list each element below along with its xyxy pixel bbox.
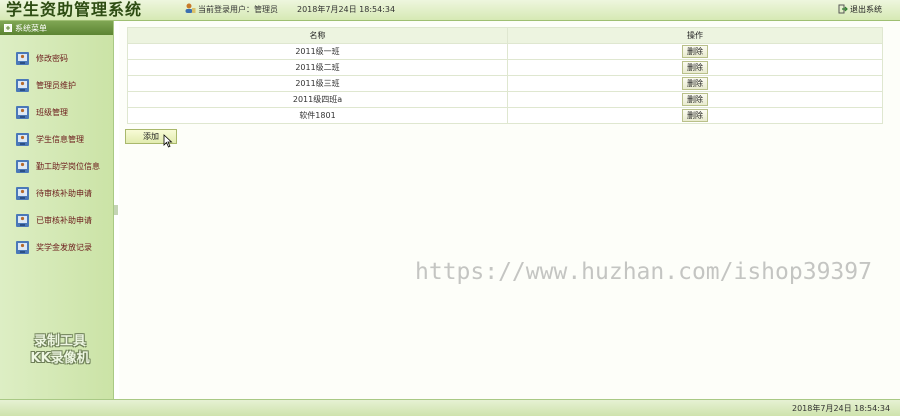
footer-datetime: 2018年7月24日 18:54:34: [792, 404, 891, 413]
recorder-watermark-line2: KK录像机: [30, 351, 90, 366]
table-row: 软件1801 删除: [127, 107, 883, 124]
monitor-user-icon: [16, 52, 29, 65]
sidebar-item-label: 已审核补助申请: [36, 216, 92, 225]
table-row: 2011级三班 删除: [127, 75, 883, 92]
app-title: 学生资助管理系统: [6, 0, 143, 19]
action-cell: 删除: [507, 75, 883, 92]
sidebar-header: 系统菜单: [0, 21, 113, 35]
sidebar-item-label: 待审核补助申请: [36, 189, 92, 198]
url-watermark: https://www.huzhan.com/ishop39397: [415, 259, 872, 285]
delete-button[interactable]: 删除: [682, 109, 708, 122]
recorder-watermark: 录制工具 KK录像机: [10, 333, 110, 367]
top-header: 学生资助管理系统 当前登录用户：管理员 2018年7月24日 18:54:34 …: [0, 0, 900, 21]
logout-label: 退出系统: [850, 4, 882, 14]
monitor-user-icon: [16, 79, 29, 92]
main-content: 名称 操作 2011级一班 删除 2011级二班 删除 2011级三班 删除 2…: [119, 21, 900, 399]
sidebar-menu: 修改密码 管理员维护 班级管理 学生信息管理 勤工助学岗位信息 待审核补助申请 …: [0, 45, 113, 261]
monitor-user-icon: [16, 187, 29, 200]
delete-button[interactable]: 删除: [682, 93, 708, 106]
sidebar-item-student-info[interactable]: 学生信息管理: [0, 126, 113, 153]
mouse-cursor-icon: [163, 134, 173, 148]
column-header-name: 名称: [127, 27, 508, 44]
sidebar-item-scholarship-records[interactable]: 奖学金发放记录: [0, 234, 113, 261]
table-row: 2011级二班 删除: [127, 59, 883, 76]
delete-button[interactable]: 删除: [682, 77, 708, 90]
sidebar-item-pending-applications[interactable]: 待审核补助申请: [0, 180, 113, 207]
table-row: 2011级一班 删除: [127, 43, 883, 60]
class-name-cell: 软件1801: [127, 107, 508, 124]
sidebar-item-work-study-positions[interactable]: 勤工助学岗位信息: [0, 153, 113, 180]
monitor-user-icon: [16, 241, 29, 254]
table-header-row: 名称 操作: [127, 27, 883, 44]
sidebar-item-admin-maintenance[interactable]: 管理员维护: [0, 72, 113, 99]
sidebar-item-reviewed-applications[interactable]: 已审核补助申请: [0, 207, 113, 234]
action-cell: 删除: [507, 91, 883, 108]
monitor-user-icon: [16, 133, 29, 146]
logout-icon: [838, 4, 848, 14]
class-name-cell: 2011级二班: [127, 59, 508, 76]
sidebar-item-change-password[interactable]: 修改密码: [0, 45, 113, 72]
collapse-grip-icon: [114, 205, 118, 215]
action-cell: 删除: [507, 107, 883, 124]
menu-header-icon: [4, 24, 12, 32]
class-table: 名称 操作 2011级一班 删除 2011级二班 删除 2011级三班 删除 2…: [127, 27, 883, 124]
status-bar: 2018年7月24日 18:54:34: [0, 399, 900, 416]
header-datetime: 2018年7月24日 18:54:34: [297, 5, 396, 14]
sidebar-header-label: 系统菜单: [15, 23, 47, 33]
sidebar-item-label: 班级管理: [36, 108, 68, 117]
class-name-cell: 2011级三班: [127, 75, 508, 92]
sidebar-item-label: 修改密码: [36, 54, 68, 63]
sidebar-item-class-management[interactable]: 班级管理: [0, 99, 113, 126]
action-cell: 删除: [507, 43, 883, 60]
column-header-action: 操作: [507, 27, 883, 44]
user-icon: [185, 3, 196, 13]
sidebar-item-label: 奖学金发放记录: [36, 243, 92, 252]
class-name-cell: 2011级四班a: [127, 91, 508, 108]
class-name-cell: 2011级一班: [127, 43, 508, 60]
sidebar-item-label: 管理员维护: [36, 81, 76, 90]
monitor-user-icon: [16, 160, 29, 173]
monitor-user-icon: [16, 106, 29, 119]
sidebar-item-label: 学生信息管理: [36, 135, 84, 144]
sidebar-item-label: 勤工助学岗位信息: [36, 162, 100, 171]
logout-button[interactable]: 退出系统: [838, 2, 882, 16]
sidebar: 系统菜单 修改密码 管理员维护 班级管理 学生信息管理 勤工助学岗位信息 待审核…: [0, 21, 114, 399]
recorder-watermark-line1: 录制工具: [33, 334, 86, 349]
monitor-user-icon: [16, 214, 29, 227]
table-row: 2011级四班a 删除: [127, 91, 883, 108]
delete-button[interactable]: 删除: [682, 45, 708, 58]
action-cell: 删除: [507, 59, 883, 76]
current-user-label: 当前登录用户：管理员: [198, 5, 278, 14]
delete-button[interactable]: 删除: [682, 61, 708, 74]
